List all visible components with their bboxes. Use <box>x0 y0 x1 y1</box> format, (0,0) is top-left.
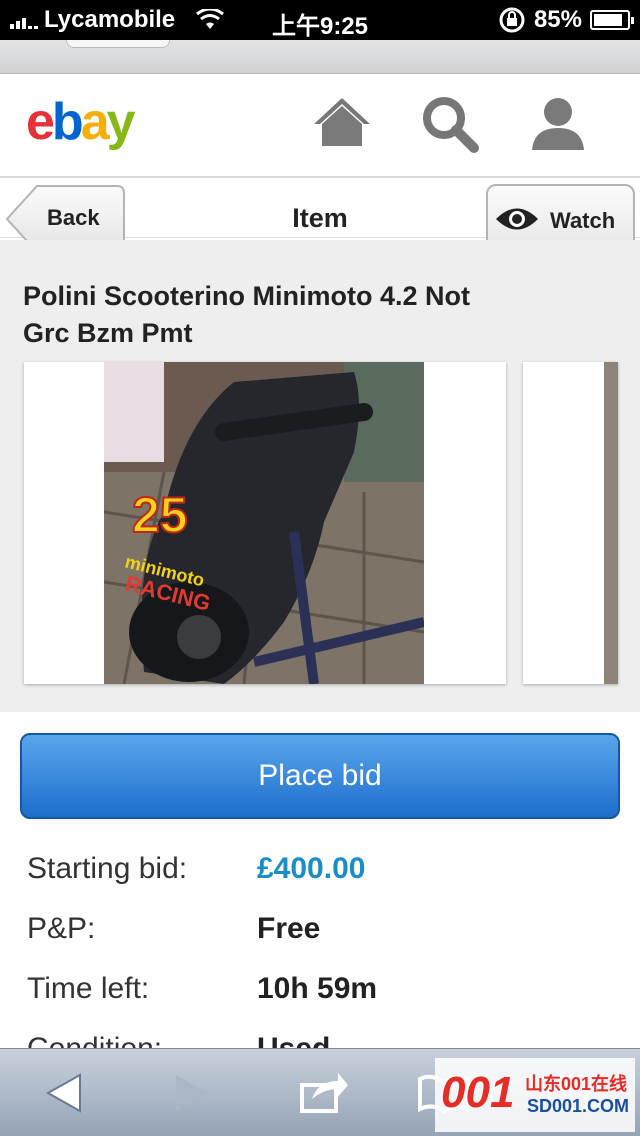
watch-button-label: Watch <box>550 208 616 233</box>
user-profile-icon[interactable] <box>526 92 590 156</box>
home-icon[interactable] <box>310 92 374 156</box>
browser-url-strip[interactable] <box>0 40 640 74</box>
logo-letter-a: a <box>80 93 110 151</box>
rotation-lock-icon <box>499 7 525 33</box>
item-photo-card-next[interactable] <box>523 362 618 684</box>
starting-bid-label: Starting bid: <box>27 852 188 885</box>
battery-icon <box>590 10 634 30</box>
time-left-label: Time left: <box>27 972 150 1005</box>
logo-letter-b: b <box>51 93 84 151</box>
browser-forward-icon[interactable] <box>172 1071 212 1115</box>
browser-back-icon[interactable] <box>44 1071 84 1115</box>
item-photo[interactable]: 25 minimoto RACING <box>104 362 424 684</box>
logo-letter-y: y <box>106 93 136 151</box>
ebay-logo[interactable]: ebay <box>26 92 136 152</box>
item-title-line-2: Grc Bzm Pmt <box>23 318 193 348</box>
watermark-site: SD001.COM <box>527 1096 630 1116</box>
watermark-brand: 001 <box>441 1068 515 1117</box>
scooter-photo-illustration: 25 minimoto RACING <box>104 362 424 684</box>
starting-bid-value: £400.00 <box>257 852 366 885</box>
logo-letter-e: e <box>26 93 55 151</box>
item-photo-card[interactable]: 25 minimoto RACING <box>24 362 506 684</box>
search-icon[interactable] <box>418 92 482 156</box>
eye-icon <box>496 208 538 230</box>
item-title: Polini Scooterino Minimoto 4.2 Not Grc B… <box>23 278 603 352</box>
photo-number-text: 25 <box>132 487 188 543</box>
watermark-cn-text: 山东001在线 <box>525 1074 628 1094</box>
status-bar: Lycamobile 上午9:25 85% <box>0 0 640 40</box>
item-title-line-1: Polini Scooterino Minimoto 4.2 Not <box>23 281 471 311</box>
time-left-value: 10h 59m <box>257 972 378 1005</box>
postage-label: P&P: <box>27 912 96 945</box>
battery-percent: 85% <box>533 6 582 33</box>
share-icon[interactable] <box>298 1067 350 1115</box>
postage-value: Free <box>257 912 321 945</box>
place-bid-button[interactable]: Place bid <box>20 733 620 819</box>
next-photo-edge <box>604 362 618 684</box>
watermark: 001 山东001在线 SD001.COM <box>435 1058 635 1132</box>
